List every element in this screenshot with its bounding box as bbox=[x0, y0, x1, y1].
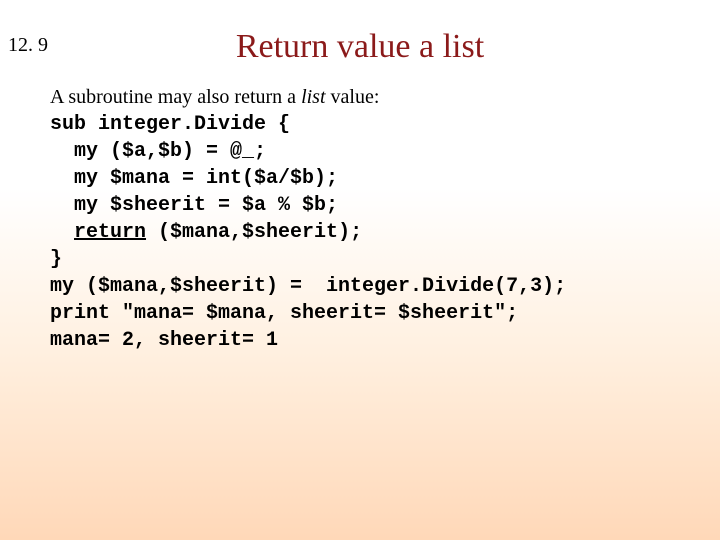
intro-pre: A subroutine may also return a bbox=[50, 86, 301, 108]
code-line-5-rest: ($mana,$sheerit); bbox=[146, 221, 362, 244]
code-line-5-indent bbox=[50, 221, 74, 244]
slide-title: Return value a list bbox=[0, 28, 720, 66]
code-line-7: my ($mana,$sheerit) = integer.Divide(7,3… bbox=[50, 275, 566, 298]
intro-italic: list bbox=[301, 86, 325, 108]
code-block: sub integer.Divide { my ($a,$b) = @_; my… bbox=[50, 111, 690, 354]
code-line-6: } bbox=[50, 248, 62, 271]
code-line-4: my $sheerit = $a % $b; bbox=[50, 194, 338, 217]
slide-number: 12. 9 bbox=[8, 34, 48, 57]
code-return-keyword: return bbox=[74, 221, 146, 244]
code-line-8: print "mana= $mana, sheerit= $sheerit"; bbox=[50, 302, 518, 325]
slide-content: A subroutine may also return a list valu… bbox=[50, 84, 690, 354]
code-line-3: my $mana = int($a/$b); bbox=[50, 167, 338, 190]
intro-line: A subroutine may also return a list valu… bbox=[50, 84, 690, 111]
code-line-9: mana= 2, sheerit= 1 bbox=[50, 329, 278, 352]
intro-post: value: bbox=[326, 86, 380, 108]
code-line-2: my ($a,$b) = @_; bbox=[50, 140, 266, 163]
code-line-1: sub integer.Divide { bbox=[50, 113, 290, 136]
